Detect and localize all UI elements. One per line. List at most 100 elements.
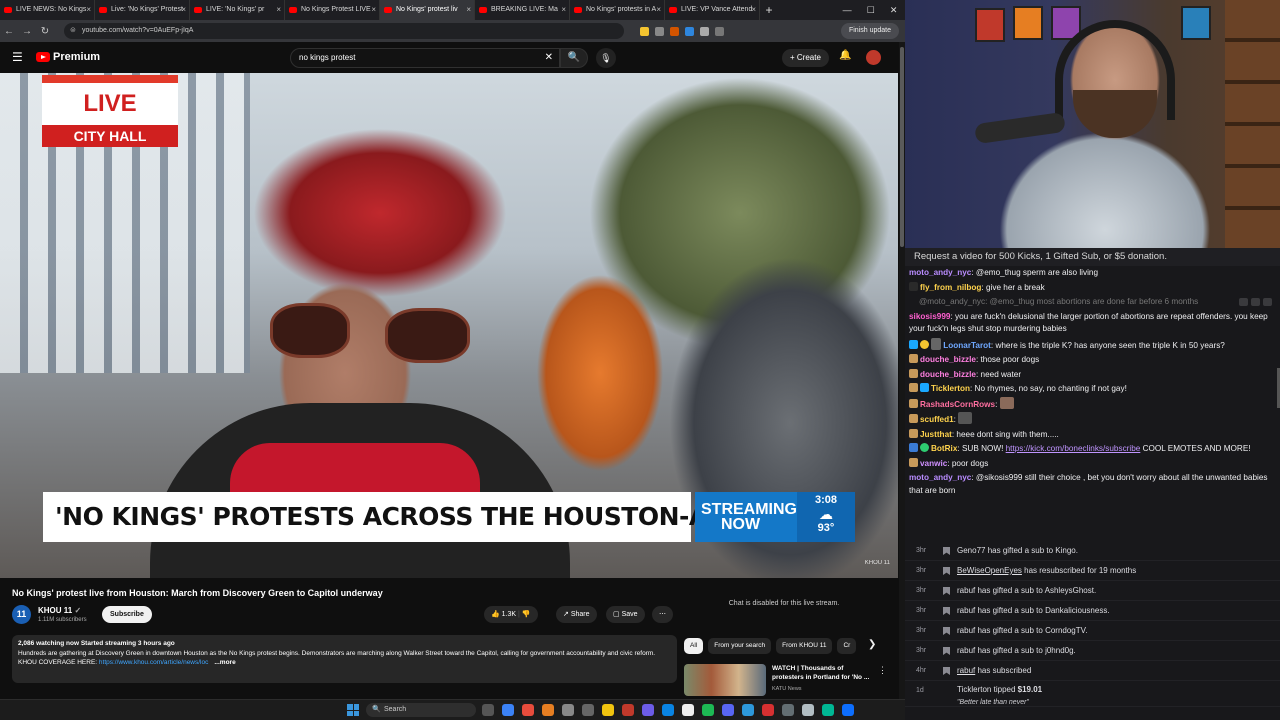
notifications-bell-icon[interactable]: 🔔	[839, 50, 851, 61]
subscribe-link[interactable]: https://kick.com/boneclinks/subscribe	[1006, 444, 1141, 453]
search-input[interactable]: no kings protest ✕	[290, 48, 560, 68]
channel-name[interactable]: KHOU 11 ✓	[38, 606, 81, 615]
extension-icon[interactable]	[655, 26, 664, 36]
task-view-icon[interactable]	[482, 704, 494, 716]
browser-tab[interactable]: No Kings' protests in A ×	[570, 0, 665, 20]
activity-item: 3hr rabuf has gifted a sub to j0hnd0g.	[905, 641, 1280, 661]
extension-icon[interactable]	[685, 26, 694, 36]
app-icon[interactable]	[682, 704, 694, 716]
subscriber-count: 1.11M subscribers	[38, 617, 87, 623]
taskbar-search[interactable]: 🔍 Search	[366, 703, 476, 717]
close-tab-icon[interactable]: ×	[561, 0, 566, 20]
app-icon[interactable]	[622, 704, 634, 716]
extension-icon[interactable]	[640, 26, 649, 36]
browser-tab[interactable]: No Kings Protest LIVE ×	[285, 0, 380, 20]
close-tab-icon[interactable]: ×	[466, 0, 471, 20]
site-info-icon[interactable]: ⊜	[70, 23, 76, 39]
app-icon[interactable]	[822, 704, 834, 716]
close-tab-icon[interactable]: ×	[656, 0, 661, 20]
app-icon[interactable]	[642, 704, 654, 716]
account-avatar[interactable]	[866, 50, 881, 65]
voice-search-icon[interactable]: 🎙	[596, 48, 616, 68]
chip-from-your-search[interactable]: From your search	[708, 638, 772, 654]
chat-message: Ticklerton: No rhymes, no say, no chanti…	[905, 382, 1280, 397]
app-icon[interactable]	[542, 704, 554, 716]
file-explorer-icon[interactable]	[602, 704, 614, 716]
youtube-premium-logo[interactable]: Premium	[36, 51, 100, 63]
recommendation-thumbnail[interactable]	[684, 664, 766, 696]
address-bar[interactable]: ⊜ youtube.com/watch?v=0AuEFp-jIqA	[64, 23, 624, 39]
chevron-right-icon[interactable]: ❯	[868, 639, 876, 650]
maximize-button[interactable]: ☐	[867, 5, 875, 16]
new-tab-button[interactable]: +	[760, 0, 778, 20]
browser-tab[interactable]: Live: 'No Kings' Protest ×	[95, 0, 190, 20]
chat-message: sikosis999: you are fuck'n delusional th…	[909, 311, 1268, 334]
video-player[interactable]: LIVE CITY HALL 'NO KINGS' PROTESTS ACROS…	[0, 73, 898, 578]
extension-icon[interactable]	[700, 26, 709, 36]
verified-bot-icon	[920, 443, 929, 452]
back-arrow-icon[interactable]: ←	[0, 26, 18, 37]
close-tab-icon[interactable]: ×	[181, 0, 186, 20]
windows-start-icon[interactable]	[347, 704, 359, 716]
forward-arrow-icon[interactable]: →	[18, 26, 36, 37]
wall-poster	[975, 8, 1005, 42]
browser-tab[interactable]: LIVE: VP Vance Attend ×	[665, 0, 760, 20]
thumbs-down-icon[interactable]: 👎	[522, 611, 531, 618]
chip-all[interactable]: All	[684, 638, 704, 654]
close-tab-icon[interactable]: ×	[86, 0, 91, 20]
app-icon[interactable]	[742, 704, 754, 716]
show-more-button[interactable]: ...more	[214, 659, 235, 666]
chip-truncated[interactable]: Cr	[837, 638, 857, 654]
extension-icon[interactable]	[670, 26, 679, 36]
channel-avatar[interactable]: 11	[12, 605, 31, 624]
more-icon[interactable]	[1263, 298, 1272, 306]
description-box[interactable]: 2,086 watching now Started streaming 3 h…	[12, 635, 677, 683]
chip-from-channel[interactable]: From KHOU 11	[776, 638, 833, 654]
search-button[interactable]: 🔍	[560, 48, 588, 68]
app-icon[interactable]	[562, 704, 574, 716]
close-tab-icon[interactable]: ×	[751, 0, 756, 20]
share-button[interactable]: ↗ Share	[556, 606, 597, 623]
subscribe-button[interactable]: Subscribe	[102, 606, 152, 623]
more-actions-button[interactable]: ⋯	[652, 606, 673, 623]
close-tab-icon[interactable]: ×	[276, 0, 281, 20]
reply-icon[interactable]	[1251, 298, 1260, 306]
clear-search-icon[interactable]: ✕	[545, 49, 553, 67]
profile-avatar-icon[interactable]	[715, 26, 724, 36]
recommendation-channel[interactable]: KATU News	[772, 686, 802, 692]
browser-tab[interactable]: BREAKING LIVE: Ma ×	[475, 0, 570, 20]
browser-tab-active[interactable]: No Kings' protest liv ×	[380, 0, 475, 20]
description-link[interactable]: https://www.khou.com/article/news/loc	[99, 659, 208, 666]
app-icon[interactable]	[782, 704, 794, 716]
video-title: No Kings' protest live from Houston: Mar…	[12, 588, 383, 598]
like-button[interactable]: 👍 1.3K | 👎	[484, 606, 538, 623]
close-tab-icon[interactable]: ×	[371, 0, 376, 20]
save-button[interactable]: ▢ Save	[606, 606, 645, 623]
streaming-now-badge: STREAMING NOW	[695, 492, 797, 542]
subscriber-badge-icon	[909, 339, 918, 349]
youtube-favicon-icon	[479, 7, 487, 13]
app-icon[interactable]	[582, 704, 594, 716]
app-icon[interactable]	[802, 704, 814, 716]
pin-icon[interactable]	[1239, 298, 1248, 306]
minimize-button[interactable]: —	[843, 5, 852, 15]
discord-icon[interactable]	[722, 704, 734, 716]
recommendation-title[interactable]: WATCH | Thousands of protesters in Portl…	[772, 665, 872, 682]
chrome-icon[interactable]	[522, 704, 534, 716]
recommendation-menu-icon[interactable]: ⋮	[878, 665, 887, 676]
create-button[interactable]: + Create	[782, 49, 829, 67]
app-icon[interactable]	[662, 704, 674, 716]
menu-icon[interactable]: ☰	[12, 50, 23, 64]
app-icon[interactable]	[842, 704, 854, 716]
app-icon[interactable]	[502, 704, 514, 716]
reload-icon[interactable]: ↻	[36, 26, 54, 37]
scrollbar-thumb[interactable]	[900, 47, 904, 247]
spotify-icon[interactable]	[702, 704, 714, 716]
app-icon[interactable]	[762, 704, 774, 716]
finish-update-button[interactable]: Finish update	[840, 23, 899, 39]
browser-tab[interactable]: LIVE: 'No Kings' pr ×	[190, 0, 285, 20]
close-window-button[interactable]: ✕	[890, 5, 898, 16]
youtube-favicon-icon	[384, 7, 392, 13]
browser-tab[interactable]: LIVE NEWS: No Kings ×	[0, 0, 95, 20]
gift-bookmark-icon	[943, 627, 950, 635]
